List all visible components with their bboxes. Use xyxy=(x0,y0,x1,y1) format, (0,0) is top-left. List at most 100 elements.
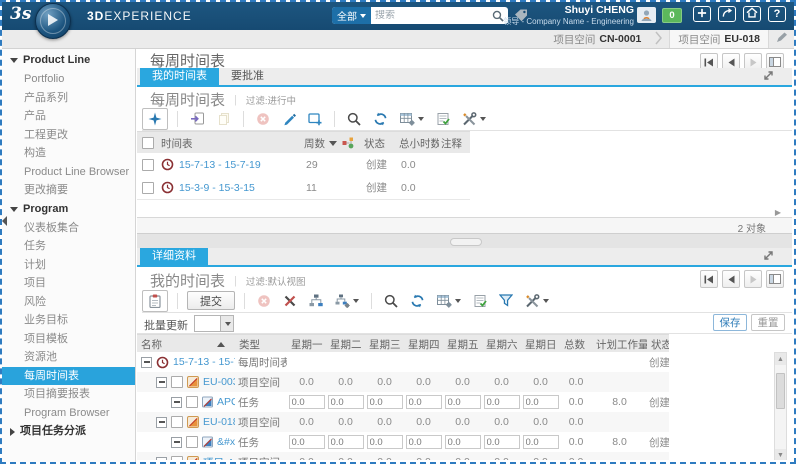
sidebar-item[interactable]: 风险 xyxy=(2,293,135,312)
edit-context-icon[interactable] xyxy=(775,31,788,47)
refresh-button[interactable] xyxy=(407,292,428,310)
expand-panel-icon[interactable] xyxy=(763,250,774,264)
item-link[interactable]: EU-018 xyxy=(203,416,235,428)
column-header[interactable]: 星期一 xyxy=(291,337,323,352)
sidebar-item[interactable]: 业务目标 xyxy=(2,311,135,330)
table-settings-button[interactable] xyxy=(434,292,464,310)
add-button[interactable] xyxy=(693,6,711,22)
user-menu[interactable]: Shuyi CHENG 领导 - Company Name - Engineer… xyxy=(503,5,634,27)
tools-button[interactable] xyxy=(522,292,552,310)
context-tab[interactable]: 项目空间CN-0001 xyxy=(545,30,649,48)
expand-collapse-toggle[interactable] xyxy=(171,397,182,408)
scroll-down-button[interactable]: ▼ xyxy=(775,449,786,460)
tools-button[interactable] xyxy=(459,110,489,128)
day-hours-input[interactable] xyxy=(523,435,559,449)
sidebar-item[interactable]: 构造 xyxy=(2,144,135,163)
search-button[interactable] xyxy=(381,292,401,310)
first-page-button[interactable] xyxy=(700,270,718,288)
notification-badge[interactable]: 0 xyxy=(662,8,682,23)
expand-collapse-toggle[interactable] xyxy=(156,417,167,428)
row-checkbox[interactable] xyxy=(142,182,154,194)
next-page-button[interactable] xyxy=(744,270,762,288)
checklist-button[interactable] xyxy=(433,110,453,128)
day-hours-input[interactable] xyxy=(445,395,481,409)
expand-collapse-toggle[interactable] xyxy=(141,357,152,368)
row-checkbox[interactable] xyxy=(171,376,183,388)
search-input[interactable] xyxy=(371,10,488,21)
sidebar-section-header[interactable]: Program xyxy=(2,200,135,219)
compass-button[interactable] xyxy=(142,108,168,130)
avatar[interactable] xyxy=(637,7,656,23)
hscroll-right-arrow[interactable]: ▶ xyxy=(775,208,781,217)
sidebar-item[interactable]: 计划 xyxy=(2,256,135,275)
structure-button[interactable] xyxy=(306,292,326,310)
tab-to-approve[interactable]: 要批准 xyxy=(219,68,276,85)
day-hours-input[interactable] xyxy=(289,435,325,449)
column-header[interactable]: 类型 xyxy=(239,337,260,352)
sidebar-section-header[interactable]: 项目任务分派 xyxy=(2,422,135,441)
batch-update-select[interactable] xyxy=(194,315,234,332)
day-hours-input[interactable] xyxy=(445,435,481,449)
submit-button[interactable]: 提交 xyxy=(187,291,235,310)
edit-pencil-button[interactable] xyxy=(279,110,299,128)
sidebar-item[interactable]: Product Line Browser xyxy=(2,163,135,182)
column-header[interactable]: 星期五 xyxy=(447,337,479,352)
help-button[interactable]: ? xyxy=(768,6,786,22)
item-link[interactable]: &#x7511 xyxy=(217,436,235,448)
delete-button[interactable] xyxy=(253,110,273,128)
details-table-scrollbar[interactable]: ▲ ▼ xyxy=(774,352,787,460)
day-hours-input[interactable] xyxy=(328,435,364,449)
day-hours-input[interactable] xyxy=(367,435,403,449)
column-header[interactable]: 状态 xyxy=(651,337,669,352)
row-checkbox[interactable] xyxy=(186,436,198,448)
copy-button[interactable] xyxy=(214,110,234,128)
column-header-status[interactable]: 状态 xyxy=(364,136,385,151)
sidebar-item[interactable]: 产品系列 xyxy=(2,89,135,108)
expand-collapse-toggle[interactable] xyxy=(156,377,167,388)
column-header-timesheet[interactable]: 时间表 xyxy=(161,136,193,151)
item-link[interactable]: 15-7-13 - 15-7-19 xyxy=(173,356,235,368)
sidebar-item[interactable]: 仪表板集合 xyxy=(2,219,135,238)
sidebar-item[interactable]: Program Browser xyxy=(2,404,135,423)
tab-my-timesheets[interactable]: 我的时间表 xyxy=(140,68,219,85)
column-header-hours[interactable]: 总小时数 xyxy=(399,136,439,151)
sidebar-item[interactable]: 工程更改 xyxy=(2,126,135,145)
prev-page-button[interactable] xyxy=(722,270,740,288)
sidebar-item[interactable]: 项目 xyxy=(2,274,135,293)
sidebar-collapse-handle[interactable] xyxy=(2,216,7,226)
sidebar-item[interactable]: Portfolio xyxy=(2,70,135,89)
scroll-up-button[interactable]: ▲ xyxy=(775,353,786,365)
search-button[interactable] xyxy=(344,110,364,128)
item-link[interactable]: EU-003 xyxy=(203,376,235,388)
timesheet-link[interactable]: 15-3-9 - 15-3-15 xyxy=(179,182,255,194)
day-hours-input[interactable] xyxy=(523,395,559,409)
panel-resize-handle[interactable] xyxy=(450,238,482,246)
expand-panel-icon[interactable] xyxy=(763,70,774,84)
save-button[interactable]: 保存 xyxy=(713,314,747,331)
reset-button[interactable]: 重置 xyxy=(751,314,785,331)
table-settings-button[interactable] xyxy=(397,110,427,128)
sidebar-item[interactable]: 每周时间表 xyxy=(2,367,135,386)
share-button[interactable] xyxy=(718,6,736,22)
day-hours-input[interactable] xyxy=(406,395,442,409)
sidebar-item[interactable]: 项目模板 xyxy=(2,330,135,349)
tab-details[interactable]: 详细资料 xyxy=(140,248,208,265)
column-header[interactable]: 计划工作量 xyxy=(596,337,647,352)
panel-toggle-button[interactable] xyxy=(766,270,784,288)
column-header[interactable]: 总数 xyxy=(564,337,585,352)
home-button[interactable] xyxy=(743,6,761,22)
checklist-button[interactable] xyxy=(470,292,490,310)
sidebar-section-header[interactable]: Product Line xyxy=(2,51,135,70)
sidebar-item[interactable]: 资源池 xyxy=(2,348,135,367)
item-link[interactable]: 项目-A-021 xyxy=(203,455,235,461)
column-header-comment[interactable]: 注释 xyxy=(441,136,462,151)
context-tab[interactable]: 项目空间EU-018 xyxy=(669,30,769,48)
row-checkbox[interactable] xyxy=(171,416,183,428)
save-button[interactable] xyxy=(187,109,208,128)
row-checkbox[interactable] xyxy=(171,456,183,460)
sidebar-item[interactable]: 产品 xyxy=(2,107,135,126)
scroll-thumb[interactable] xyxy=(776,373,785,409)
row-checkbox[interactable] xyxy=(186,396,198,408)
filter-button[interactable] xyxy=(496,292,516,309)
column-header[interactable]: 星期六 xyxy=(486,337,518,352)
